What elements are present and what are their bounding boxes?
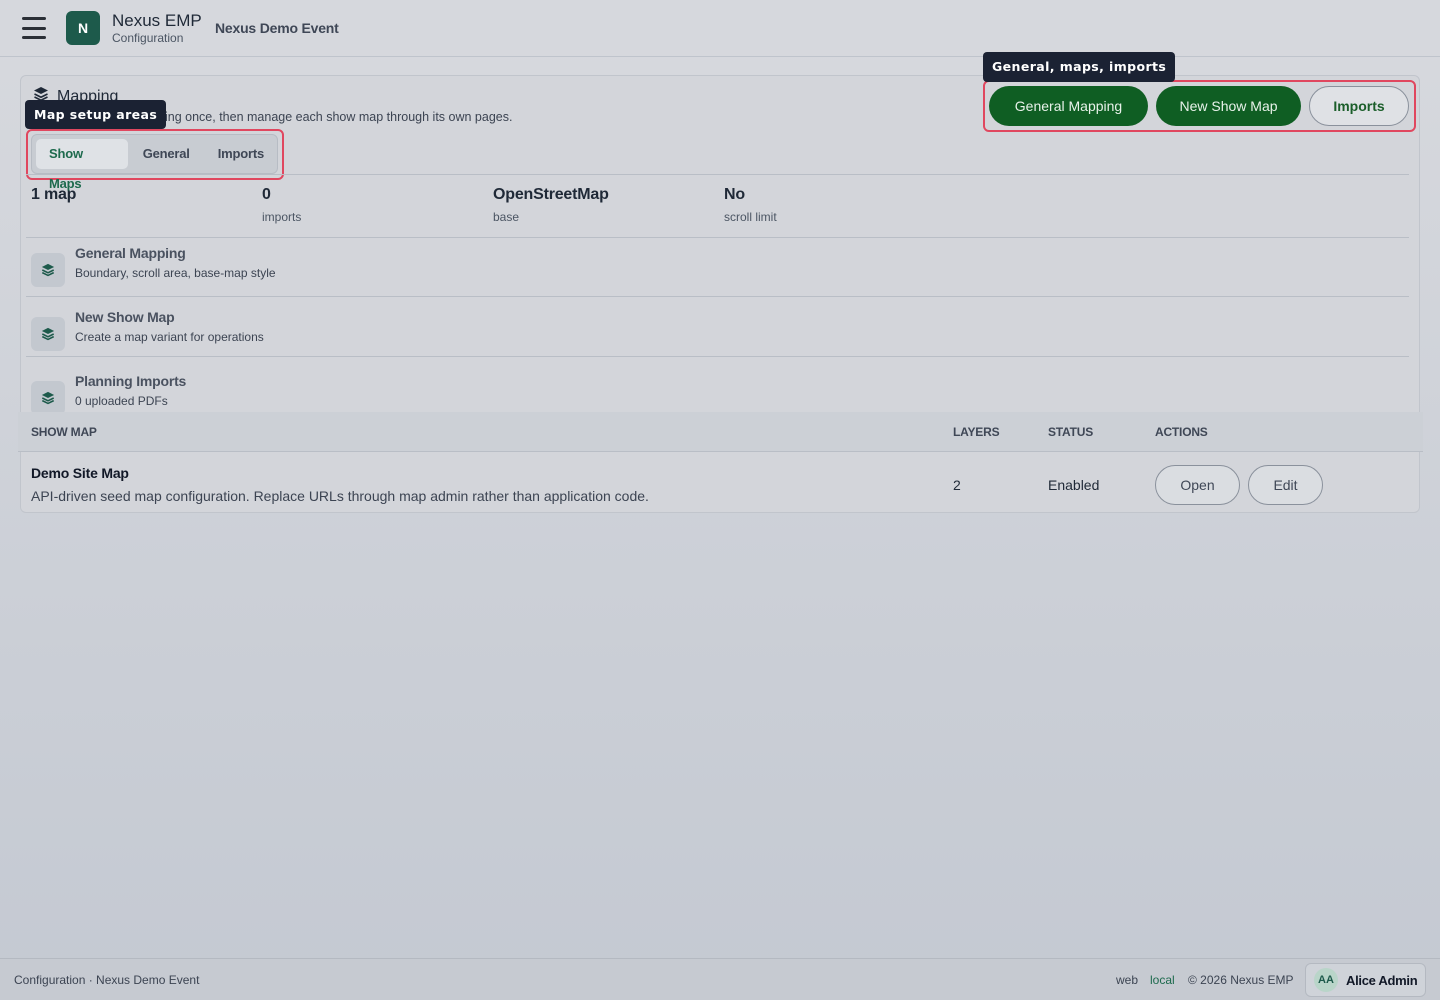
event-name: Nexus Demo Event [215, 20, 339, 36]
tab-general[interactable]: General [130, 139, 203, 169]
layers-icon [31, 317, 65, 351]
stat-base: OpenStreetMap base [493, 186, 609, 224]
top-bar: N Nexus EMP Configuration Nexus Demo Eve… [0, 0, 1440, 57]
open-button[interactable]: Open [1155, 465, 1240, 505]
footer-local-label: local [1150, 973, 1175, 987]
app-logo: N [66, 11, 100, 45]
edit-button[interactable]: Edit [1248, 465, 1323, 505]
app-name: Nexus EMP [112, 11, 202, 30]
table-header: SHOW MAP LAYERS STATUS ACTIONS [18, 412, 1423, 452]
table-row-description: API-driven seed map configuration. Repla… [31, 488, 649, 504]
general-mapping-button[interactable]: General Mapping [989, 86, 1148, 126]
layers-icon [31, 253, 65, 287]
footer-copyright: © 2026 Nexus EMP [1188, 973, 1294, 987]
column-header-status: STATUS [1048, 425, 1094, 439]
tab-show-maps[interactable]: Show Maps [36, 139, 128, 191]
divider [26, 174, 1409, 175]
nav-item-title: New Show Map [75, 309, 175, 325]
stat-value: 0 [262, 186, 271, 203]
stat-value: No [724, 186, 745, 203]
table-row-name: Demo Site Map [31, 465, 129, 481]
stat-value: 1 map [31, 186, 77, 203]
user-name: Alice Admin [1346, 973, 1418, 988]
stat-label: scroll limit [724, 210, 777, 224]
imports-button[interactable]: Imports [1309, 86, 1409, 126]
divider [26, 237, 1409, 238]
new-show-map-button[interactable]: New Show Map [1156, 86, 1301, 126]
stat-label: base [493, 210, 520, 224]
hamburger-menu-icon[interactable] [22, 17, 46, 39]
divider [26, 356, 1409, 357]
column-header-show-map: SHOW MAP [31, 425, 97, 439]
stat-value: OpenStreetMap [493, 186, 609, 203]
actions-tooltip: General, maps, imports [983, 52, 1176, 82]
footer-breadcrumb: Configuration · Nexus Demo Event [14, 973, 200, 987]
table-row-status: Enabled [1048, 477, 1100, 493]
table-row-layers: 2 [953, 477, 961, 493]
avatar: AA [1314, 968, 1338, 992]
user-menu[interactable]: AA Alice Admin [1305, 963, 1426, 997]
nav-item-subtitle: 0 uploaded PDFs [75, 394, 168, 408]
map-setup-tabs: Show Maps General Imports [31, 134, 278, 191]
footer-web-label: web [1116, 973, 1139, 987]
stat-label: imports [262, 210, 302, 224]
card-description: ing once, then manage each show map thro… [165, 110, 513, 124]
column-header-layers: LAYERS [953, 425, 1000, 439]
nav-item-title: General Mapping [75, 245, 186, 261]
tabs-tooltip: Map setup areas [25, 100, 167, 129]
stat-scroll-limit: No scroll limit [724, 186, 777, 224]
stat-maps: 1 map [31, 186, 76, 204]
nav-item-title: Planning Imports [75, 373, 187, 389]
app-section: Configuration [112, 31, 184, 45]
layers-icon [31, 381, 65, 415]
divider [26, 296, 1409, 297]
column-header-actions: ACTIONS [1155, 425, 1208, 439]
nav-item-subtitle: Boundary, scroll area, base-map style [75, 266, 276, 280]
tab-imports[interactable]: Imports [205, 139, 277, 169]
nav-item-subtitle: Create a map variant for operations [75, 330, 264, 344]
stat-imports: 0 imports [262, 186, 301, 224]
footer: Configuration · Nexus Demo Event web loc… [0, 958, 1440, 1000]
